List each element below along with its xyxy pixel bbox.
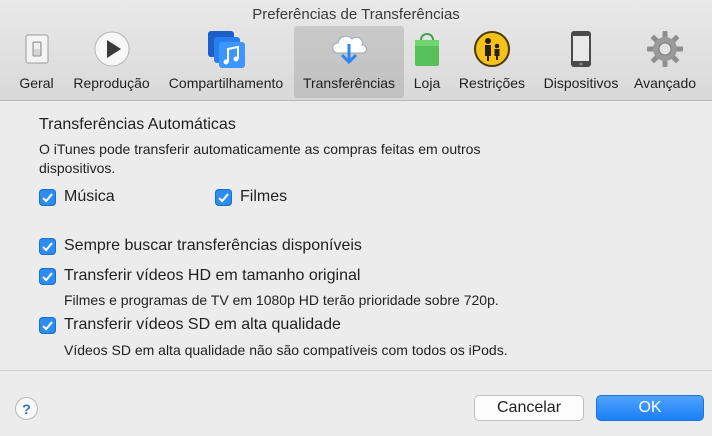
play-icon [90, 28, 134, 70]
tab-loja[interactable]: Loja [404, 26, 450, 98]
checkmark-icon [42, 320, 53, 330]
checkmark-icon [218, 192, 229, 202]
hd-checkbox-row[interactable]: Transferir vídeos HD em tamanho original [39, 267, 360, 285]
tab-label: Avançado [634, 75, 697, 91]
tab-restricoes[interactable]: Restrições [450, 26, 534, 98]
tab-label: Dispositivos [543, 75, 619, 91]
music-label: Música [64, 188, 115, 205]
help-button[interactable]: ? [15, 397, 38, 420]
sharing-music-icon [204, 28, 248, 70]
tab-label: Reprodução [73, 75, 150, 91]
auto-description: O iTunes pode transferir automaticamente… [39, 141, 481, 176]
tab-label: Compartilhamento [168, 75, 284, 91]
music-checkbox-row[interactable]: Música [39, 188, 115, 206]
sd-checkbox-row[interactable]: Transferir vídeos SD em alta qualidade [39, 316, 341, 334]
tab-label: Loja [413, 75, 441, 91]
hd-note: Filmes e programas de TV em 1080p HD ter… [64, 292, 499, 308]
tab-compartilhamento[interactable]: Compartilhamento [158, 26, 294, 98]
checkmark-icon [42, 241, 53, 251]
preferences-window: Preferências de Transferências Geral Rep… [0, 0, 712, 436]
checkmark-icon [42, 271, 53, 281]
checkmark-icon [42, 192, 53, 202]
sd-note: Vídeos SD em alta qualidade não são comp… [64, 342, 508, 358]
always-check-checkbox-row[interactable]: Sempre buscar transferências disponíveis [39, 237, 362, 255]
hd-checkbox[interactable] [39, 267, 56, 285]
tab-label: Geral [19, 75, 54, 91]
hd-label: Transferir vídeos HD em tamanho original [64, 267, 361, 284]
always-check-checkbox[interactable] [39, 237, 56, 255]
tab-avancado[interactable]: Avançado [628, 26, 702, 98]
tab-geral[interactable]: Geral [8, 26, 65, 98]
ok-button[interactable]: OK [596, 395, 704, 421]
tab-transferencias[interactable]: Transferências [294, 26, 404, 98]
shopping-bag-icon [405, 28, 449, 70]
section-title: Transferências Automáticas [39, 116, 236, 133]
window-title: Preferências de Transferências [252, 6, 460, 23]
phone-icon [559, 28, 603, 70]
preferences-tabs: Geral Reprodução Compartilhamento Transf… [8, 26, 702, 98]
footer-separator [0, 370, 712, 371]
movies-checkbox-row[interactable]: Filmes [215, 188, 287, 206]
movies-checkbox[interactable] [215, 188, 232, 206]
cloud-download-icon [327, 28, 371, 70]
parental-restrictions-icon [470, 28, 514, 70]
tab-dispositivos[interactable]: Dispositivos [534, 26, 628, 98]
sd-checkbox[interactable] [39, 316, 56, 334]
toolbar: Preferências de Transferências Geral Rep… [0, 0, 712, 101]
switch-icon [15, 28, 59, 70]
tab-label: Transferências [302, 75, 396, 91]
movies-label: Filmes [240, 188, 288, 205]
gear-icon [643, 28, 687, 70]
always-check-label: Sempre buscar transferências disponíveis [64, 237, 362, 254]
tab-label: Restrições [458, 75, 526, 91]
tab-reproducao[interactable]: Reprodução [65, 26, 158, 98]
cancel-button[interactable]: Cancelar [474, 395, 584, 421]
sd-label: Transferir vídeos SD em alta qualidade [64, 316, 341, 333]
music-checkbox[interactable] [39, 188, 56, 206]
